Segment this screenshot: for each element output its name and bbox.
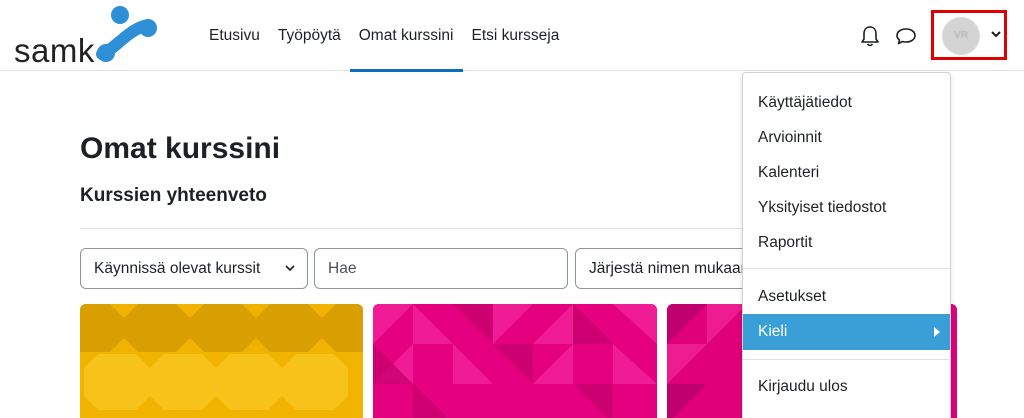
chevron-down-icon — [285, 265, 295, 272]
top-navbar: samk Etusivu Työpöytä Omat kurssini Etsi… — [0, 0, 1024, 72]
menu-item-kieli[interactable]: Kieli — [743, 314, 950, 350]
nav-item-etsi-kursseja[interactable]: Etsi kursseja — [463, 0, 569, 71]
logo-mark-icon — [96, 6, 157, 62]
grouping-select-value: Käynnissä olevat kurssit — [94, 260, 261, 277]
menu-item-yksityiset-tiedostot[interactable]: Yksityiset tiedostot — [743, 190, 950, 226]
menu-item-kieli-label: Kieli — [758, 323, 788, 340]
bell-icon[interactable] — [860, 25, 880, 47]
menu-item-arvioinnit[interactable]: Arvioinnit — [743, 120, 950, 156]
sort-select-value: Järjestä nimen mukaan — [589, 260, 750, 277]
course-search-input[interactable] — [314, 248, 568, 289]
course-card-image[interactable] — [373, 304, 657, 418]
triangle-pattern — [373, 304, 657, 418]
octagon-pattern — [80, 304, 363, 418]
samk-logo[interactable]: samk — [14, 6, 164, 69]
section-title: Kurssien yhteenveto — [80, 185, 267, 206]
course-card-image[interactable] — [80, 304, 363, 418]
menu-divider — [743, 268, 950, 269]
menu-item-kirjaudu-ulos[interactable]: Kirjaudu ulos — [743, 369, 950, 405]
primary-navigation: Etusivu Työpöytä Omat kurssini Etsi kurs… — [200, 0, 569, 72]
grouping-select[interactable]: Käynnissä olevat kurssit — [80, 248, 308, 289]
user-menu-toggle[interactable]: VR — [931, 10, 1007, 60]
chat-bubble-icon[interactable] — [895, 26, 917, 46]
menu-divider — [743, 359, 950, 360]
nav-item-omat-kurssini[interactable]: Omat kurssini — [349, 0, 463, 72]
menu-item-asetukset[interactable]: Asetukset — [743, 279, 950, 315]
page-title: Omat kurssini — [80, 132, 281, 165]
chevron-down-icon — [991, 31, 1001, 38]
logo-text: samk — [14, 32, 95, 69]
menu-item-raportit[interactable]: Raportit — [743, 225, 950, 261]
menu-item-kayttajatiedot[interactable]: Käyttäjätiedot — [743, 85, 950, 121]
caret-right-icon — [934, 327, 940, 337]
menu-item-kalenteri[interactable]: Kalenteri — [743, 155, 950, 191]
avatar: VR — [942, 17, 980, 55]
nav-item-etusivu[interactable]: Etusivu — [200, 0, 269, 71]
nav-item-tyopoyta[interactable]: Työpöytä — [269, 0, 350, 71]
user-dropdown-menu: Käyttäjätiedot Arvioinnit Kalenteri Yksi… — [742, 72, 951, 418]
